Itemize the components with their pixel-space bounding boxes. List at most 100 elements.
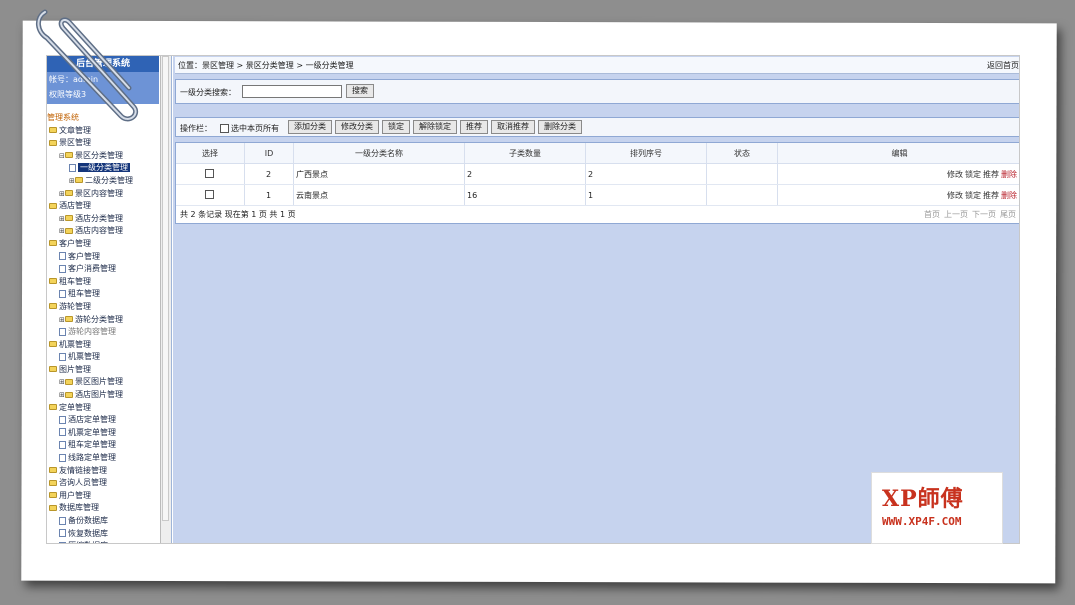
row-action-link[interactable]: 锁定	[965, 170, 981, 179]
tree-item-label: 景区内容管理	[75, 188, 123, 198]
row-action-link[interactable]: 修改	[947, 170, 963, 179]
folder-icon	[49, 492, 57, 499]
tree-item-label: 酒店分类管理	[75, 213, 123, 223]
page-icon	[59, 264, 66, 273]
pager-link[interactable]: 下一页	[972, 210, 996, 219]
row-checkbox[interactable]	[205, 189, 214, 199]
tree-item[interactable]: 租车管理	[47, 276, 159, 289]
tree-item[interactable]: 机票定单管理	[47, 427, 159, 440]
tree-item[interactable]: 恢复数据库	[47, 528, 159, 541]
tree-item[interactable]: 图片管理	[47, 364, 159, 377]
nav-tree: 管理系统 文章管理 景区管理 ⊟ 景区分类管理 一级分类管理 ⊞ 二级分类管理 ⊞ 景区内容管理酒…	[47, 112, 159, 543]
tree-item[interactable]: 压缩数据库	[47, 540, 159, 543]
toolbar-button[interactable]: 推荐	[460, 120, 488, 134]
tree-item[interactable]: 管理系统	[47, 112, 159, 125]
tree-item[interactable]: 酒店管理	[47, 200, 159, 213]
table-row: 2 广西景点 2 2 修改 锁定 推荐 删除	[176, 163, 1019, 185]
tree-item[interactable]: 酒店定单管理	[47, 414, 159, 427]
category-table: 选择 ID 一级分类名称 子类数量 排列序号 状态 编辑 2 广西景点 2 2 修改 锁定…	[176, 143, 1019, 206]
pager-link[interactable]: 首页	[924, 210, 940, 219]
tree-item-label: 景区分类管理	[75, 150, 123, 160]
search-button[interactable]: 搜索	[346, 84, 374, 98]
tree-item[interactable]: 租车管理	[47, 288, 159, 301]
tree-item[interactable]: ⊞ 景区图片管理	[47, 376, 159, 389]
tree-item[interactable]: ⊞ 游轮分类管理	[47, 314, 159, 327]
tree-item[interactable]: 线路定单管理	[47, 452, 159, 465]
select-all-label: 选中本页所有	[231, 124, 279, 133]
tree-item[interactable]: 用户管理	[47, 490, 159, 503]
cell-name: 广西景点	[293, 163, 465, 185]
tree-item[interactable]: ⊞ 酒店内容管理	[47, 225, 159, 238]
tree-item-label: 客户消费管理	[68, 264, 116, 274]
folder-icon	[49, 127, 57, 134]
toolbar-button[interactable]: 修改分类	[335, 120, 379, 134]
tree-item-label: 游轮分类管理	[75, 314, 123, 324]
sidebar-title: 后台管理系统	[47, 56, 159, 72]
page-icon	[59, 440, 66, 449]
page-icon	[59, 428, 66, 437]
back-home-link[interactable]: 返回首页	[987, 57, 1019, 74]
folder-icon	[49, 341, 57, 348]
tree-item[interactable]: ⊞ 二级分类管理	[47, 175, 159, 188]
cell-children: 16	[464, 184, 586, 206]
tree-item[interactable]: 游轮管理	[47, 301, 159, 314]
tree-item[interactable]: 机票管理	[47, 351, 159, 364]
tree-item[interactable]: ⊞ 景区内容管理	[47, 188, 159, 201]
tree-item[interactable]: ⊞ 酒店分类管理	[47, 213, 159, 226]
folder-icon	[49, 404, 57, 411]
pager-link[interactable]: 上一页	[944, 210, 968, 219]
watermark-url: WWW.XP4F.COM	[882, 515, 962, 528]
toolbar-button[interactable]: 取消推荐	[491, 120, 535, 134]
tree-item[interactable]: 数据库管理	[47, 502, 159, 515]
cell-order: 1	[585, 184, 707, 206]
row-action-link[interactable]: 修改	[947, 191, 963, 200]
tree-item[interactable]: ⊞ 酒店图片管理	[47, 389, 159, 402]
toolbar-button[interactable]: 解除锁定	[413, 120, 457, 134]
pager-link[interactable]: 尾页	[1000, 210, 1016, 219]
page-icon	[59, 289, 66, 298]
tree-item[interactable]: 咨询人员管理	[47, 477, 159, 490]
row-checkbox[interactable]	[205, 168, 214, 178]
tree-item[interactable]: 客户消费管理	[47, 263, 159, 276]
row-action-link[interactable]: 推荐	[983, 191, 999, 200]
app-window: 后台管理系统 帐号：admin 权限等级3 管理系统 文章管理 景区管理 ⊟ 景区分类管…	[46, 55, 1020, 544]
tree-item[interactable]: 租车定单管理	[47, 439, 159, 452]
tree-item[interactable]: 文章管理	[47, 125, 159, 138]
row-action-link[interactable]: 推荐	[983, 170, 999, 179]
cell-select	[176, 163, 245, 185]
page-icon	[59, 352, 66, 361]
folder-icon	[75, 177, 83, 184]
scrollbar-thumb[interactable]	[162, 56, 169, 521]
tree-item[interactable]: 一级分类管理	[47, 162, 159, 175]
tree-item[interactable]: 客户管理	[47, 238, 159, 251]
folder-icon	[49, 303, 57, 310]
row-action-link[interactable]: 锁定	[965, 191, 981, 200]
folder-icon	[49, 479, 57, 486]
search-input[interactable]	[242, 85, 342, 98]
watermark-logo: XP師傅 WWW.XP4F.COM	[871, 472, 1003, 544]
toolbar-button[interactable]: 删除分类	[538, 120, 582, 134]
tree-item[interactable]: 景区管理	[47, 137, 159, 150]
tree-item-label: 酒店管理	[59, 201, 91, 211]
table-row: 1 云南景点 16 1 修改 锁定 推荐 删除	[176, 184, 1019, 206]
row-action-link[interactable]: 删除	[1001, 170, 1017, 179]
tree-item-label: 机票管理	[68, 352, 100, 362]
tree-item[interactable]: 客户管理	[47, 251, 159, 264]
tree-item-label: 客户管理	[68, 251, 100, 261]
tree-item[interactable]: 机票管理	[47, 339, 159, 352]
tree-item-label: 用户管理	[59, 490, 91, 500]
tree-item[interactable]: 友情链接管理	[47, 465, 159, 478]
folder-icon	[65, 215, 73, 222]
select-all-checkbox[interactable]	[220, 124, 229, 133]
folder-icon	[49, 366, 57, 373]
toolbar-button[interactable]: 添加分类	[288, 120, 332, 134]
row-action-link[interactable]: 删除	[1001, 191, 1017, 200]
tree-item[interactable]: ⊟ 景区分类管理	[47, 150, 159, 163]
sidebar-scrollbar[interactable]	[160, 56, 171, 543]
tree-item[interactable]: 备份数据库	[47, 515, 159, 528]
tree-item[interactable]: 定单管理	[47, 402, 159, 415]
tree-item-label: 压缩数据库	[68, 541, 108, 543]
toolbar-button[interactable]: 锁定	[382, 120, 410, 134]
tree-item[interactable]: 游轮内容管理	[47, 326, 159, 339]
folder-icon	[65, 378, 73, 385]
